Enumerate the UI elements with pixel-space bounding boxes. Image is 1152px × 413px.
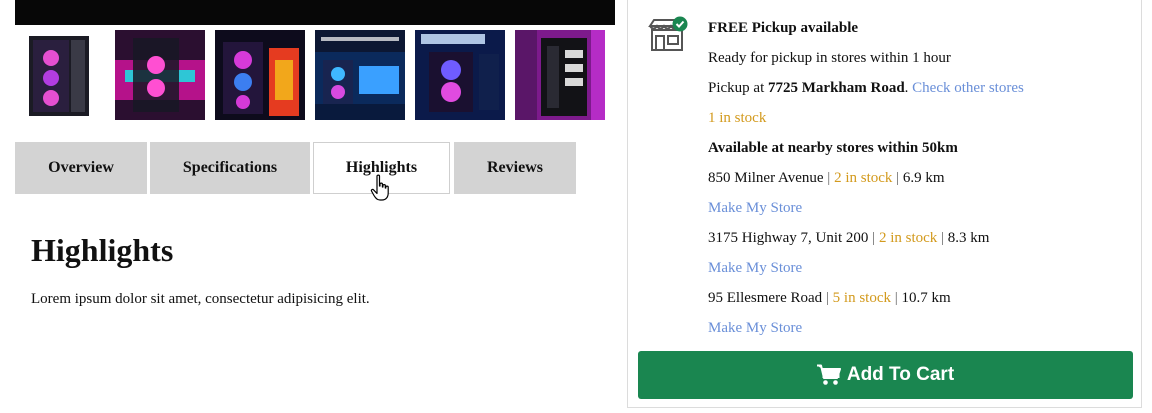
nearby-store-row: 95 Ellesmere Road | 5 in stock | 10.7 km [708, 288, 951, 308]
thumbnail-1[interactable] [15, 30, 105, 120]
nearby-store-row: 850 Milner Avenue | 2 in stock | 6.9 km [708, 168, 945, 188]
make-my-store-link[interactable]: Make My Store [708, 318, 802, 338]
pickup-store-name: 7725 Markham Road [768, 80, 905, 96]
separator: | [894, 290, 898, 306]
nearby-store-distance: 8.3 km [947, 230, 990, 246]
nearby-store-address: 850 Milner Avenue [708, 170, 824, 186]
pickup-location-line: Pickup at 7725 Markham Road. Check other… [708, 78, 1024, 98]
tab-reviews-label: Reviews [487, 159, 543, 176]
store-check-icon [648, 16, 688, 51]
nearby-store-distance: 6.9 km [902, 170, 945, 186]
hand-pointer-cursor-icon [370, 174, 389, 201]
tab-overview-label: Overview [48, 159, 114, 176]
section-title: Highlights [31, 232, 174, 268]
make-my-store-link[interactable]: Make My Store [708, 258, 802, 278]
section-body: Lorem ipsum dolor sit amet, consectetur … [31, 291, 370, 307]
nearby-store-address: 95 Ellesmere Road [708, 290, 823, 306]
nearby-store-stock: 2 in stock [878, 230, 938, 246]
make-my-store-link[interactable]: Make My Store [708, 198, 802, 218]
pickup-prefix: Pickup at [708, 80, 768, 96]
add-to-cart-label: Add To Cart [846, 364, 955, 385]
pickup-stock-status: 1 in stock [708, 110, 767, 126]
nearby-store-address: 3175 Highway 7, Unit 200 [708, 230, 869, 246]
pickup-ready-text: Ready for pickup in stores within 1 hour [708, 50, 951, 66]
thumbnail-4[interactable] [315, 30, 405, 120]
tab-specifications[interactable]: Specifications [150, 142, 310, 194]
separator: | [827, 170, 831, 186]
nearby-store-distance: 10.7 km [901, 290, 951, 306]
tab-specifications-label: Specifications [182, 159, 278, 176]
thumbnail-6[interactable] [515, 30, 605, 120]
tab-overview[interactable]: Overview [15, 142, 147, 194]
thumbnail-3[interactable] [215, 30, 305, 120]
nearby-store-stock: 2 in stock [834, 170, 893, 186]
separator: | [825, 290, 829, 306]
separator: | [941, 230, 945, 246]
separator: | [872, 230, 876, 246]
cart-icon [816, 364, 841, 385]
nearby-store-row: 3175 Highway 7, Unit 200 | 2 in stock | … [708, 228, 989, 248]
pickup-store-suffix: . [904, 80, 909, 96]
thumbnail-2[interactable] [115, 30, 205, 120]
separator: | [896, 170, 900, 186]
add-to-cart-button[interactable]: Add To Cart [638, 351, 1133, 399]
nearby-store-stock: 5 in stock [832, 290, 891, 306]
thumbnail-5[interactable] [415, 30, 505, 120]
main-product-image [15, 0, 615, 25]
check-other-stores-link[interactable]: Check other stores [912, 80, 1024, 96]
pickup-heading: FREE Pickup available [708, 20, 859, 36]
tab-reviews[interactable]: Reviews [454, 142, 576, 194]
nearby-stores-heading: Available at nearby stores within 50km [708, 140, 958, 156]
